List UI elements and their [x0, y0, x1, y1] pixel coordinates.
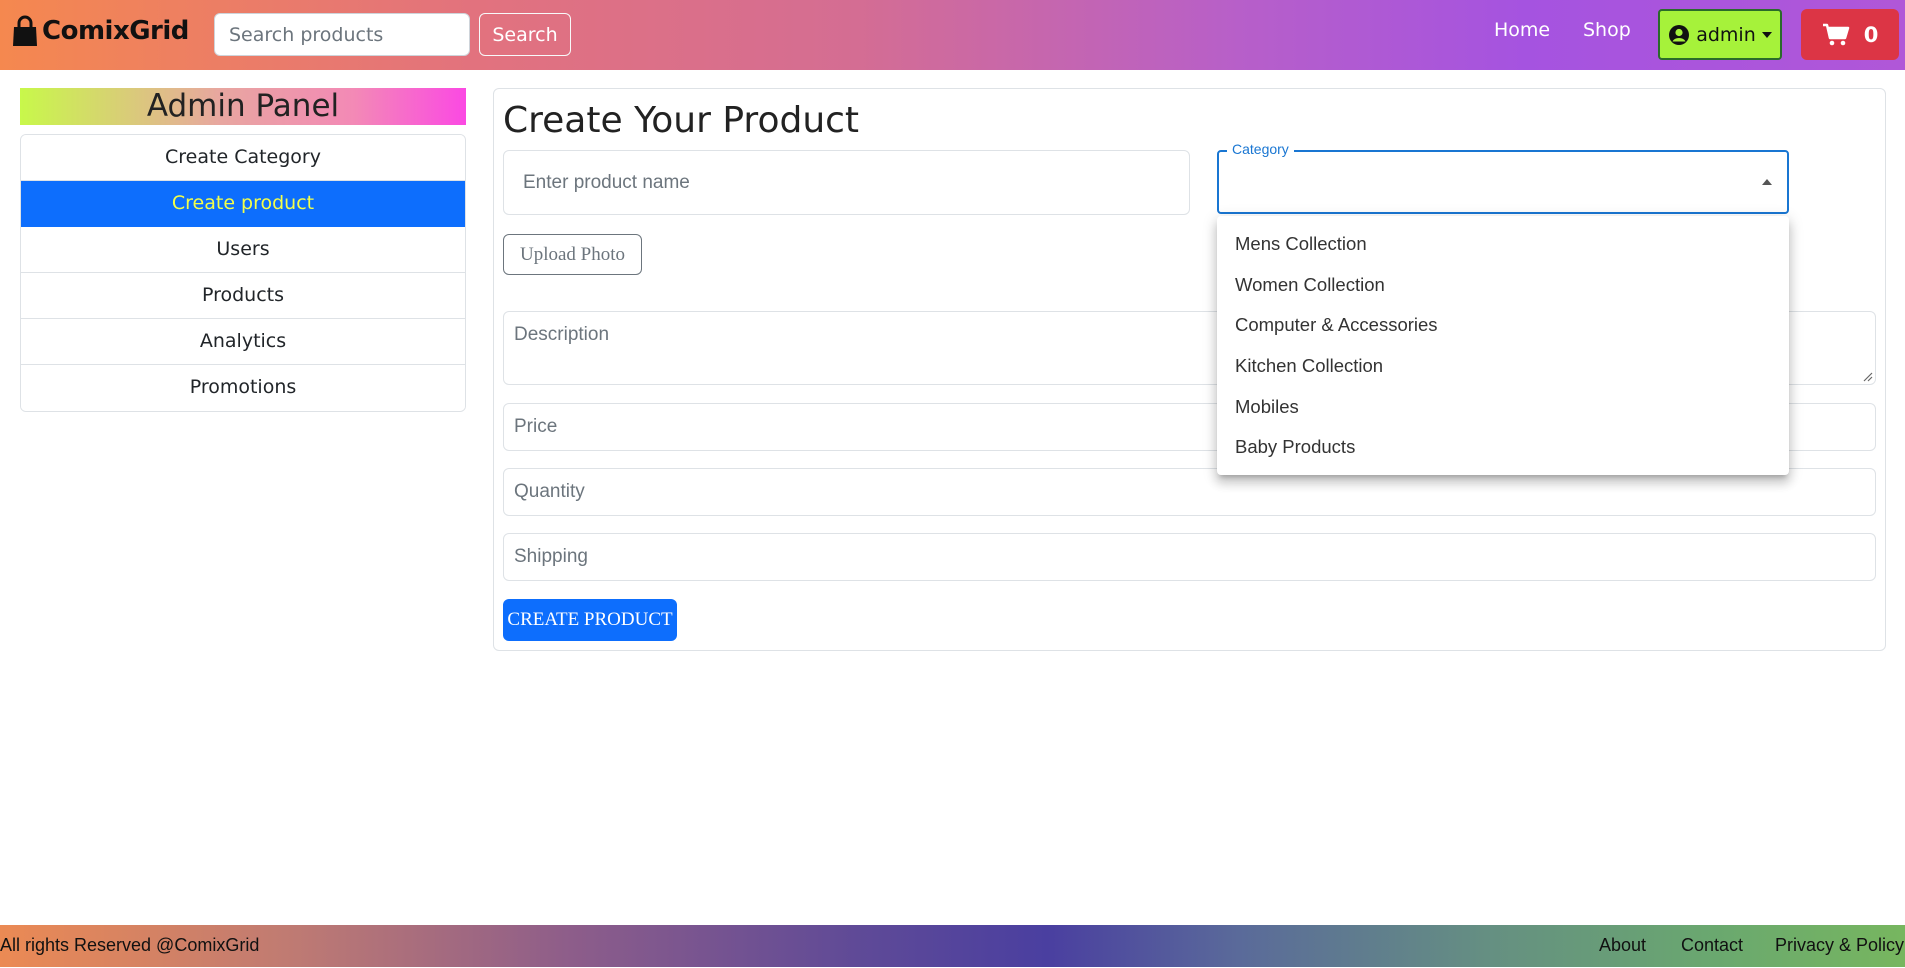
- cart-count: 0: [1863, 22, 1879, 47]
- user-menu-label: admin: [1696, 23, 1756, 46]
- menu-item-promotions[interactable]: Promotions: [21, 365, 465, 411]
- category-option[interactable]: Mobiles: [1217, 387, 1789, 428]
- menu-item-create-product[interactable]: Create product: [21, 181, 465, 227]
- category-option[interactable]: Baby Products: [1217, 427, 1789, 468]
- category-select[interactable]: [1217, 150, 1789, 214]
- description-placeholder: Description: [514, 324, 610, 345]
- copyright-text: All rights Reserved @ComixGrid: [0, 935, 260, 955]
- page-title: Create Your Product: [503, 100, 860, 141]
- admin-panel-title: Admin Panel: [20, 88, 466, 125]
- quantity-input[interactable]: Quantity: [503, 468, 1876, 516]
- footer: All rights Reserved @ComixGrid About Con…: [0, 925, 1905, 967]
- shopping-bag-icon: [13, 15, 37, 46]
- shopping-cart-icon: [1822, 23, 1849, 45]
- menu-item-products[interactable]: Products: [21, 273, 465, 319]
- category-label: Category: [1227, 141, 1294, 157]
- category-option[interactable]: Computer & Accessories: [1217, 305, 1789, 346]
- brand-name: ComixGrid: [42, 16, 189, 46]
- chevron-up-icon[interactable]: [1762, 179, 1772, 185]
- resize-grip-icon[interactable]: [1861, 370, 1873, 382]
- category-option[interactable]: Mens Collection: [1217, 224, 1789, 265]
- menu-item-users[interactable]: Users: [21, 227, 465, 273]
- category-option[interactable]: Kitchen Collection: [1217, 346, 1789, 387]
- footer-privacy-link[interactable]: Privacy & Policy: [1775, 935, 1904, 956]
- upload-photo-button[interactable]: Upload Photo: [503, 234, 642, 275]
- user-circle-icon: [1669, 24, 1690, 45]
- nav-shop-link[interactable]: Shop: [1583, 19, 1631, 41]
- brand-link[interactable]: ComixGrid: [12, 15, 189, 47]
- navbar: ComixGrid Search Home Shop admin 0: [0, 0, 1905, 70]
- menu-item-analytics[interactable]: Analytics: [21, 319, 465, 365]
- user-menu-button[interactable]: admin: [1658, 9, 1782, 60]
- nav-home-link[interactable]: Home: [1494, 19, 1550, 41]
- category-option[interactable]: Women Collection: [1217, 265, 1789, 306]
- product-name-input[interactable]: Enter product name: [503, 150, 1190, 215]
- chevron-down-icon: [1761, 31, 1772, 38]
- footer-contact-link[interactable]: Contact: [1681, 935, 1743, 956]
- footer-about-link[interactable]: About: [1599, 935, 1646, 956]
- menu-item-create-category[interactable]: Create Category: [21, 135, 465, 181]
- cart-button[interactable]: 0: [1801, 9, 1899, 60]
- shipping-input[interactable]: Shipping: [503, 533, 1876, 581]
- admin-menu: Create Category Create product Users Pro…: [20, 134, 466, 412]
- search-input[interactable]: [214, 13, 470, 56]
- search-button[interactable]: Search: [479, 13, 571, 56]
- category-dropdown: Mens Collection Women Collection Compute…: [1217, 216, 1789, 475]
- create-product-button[interactable]: CREATE PRODUCT: [503, 599, 677, 641]
